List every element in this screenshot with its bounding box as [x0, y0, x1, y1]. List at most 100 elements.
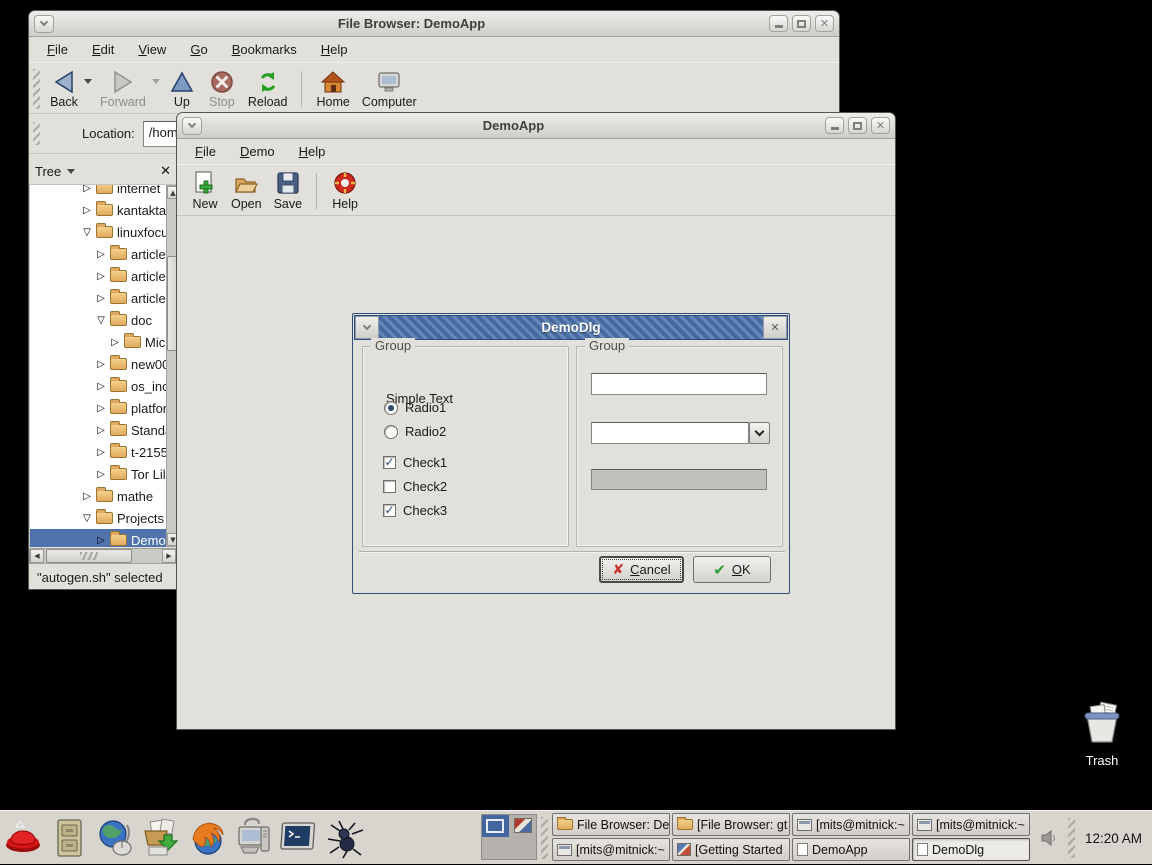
expander-icon[interactable]: [80, 227, 94, 238]
panel-grip[interactable]: [541, 817, 548, 859]
expander-icon[interactable]: [80, 205, 94, 216]
save-button[interactable]: Save: [268, 169, 309, 213]
text-input[interactable]: [591, 373, 767, 395]
cancel-button[interactable]: ✘ Cancel: [599, 556, 684, 583]
scrollbar-thumb[interactable]: [46, 549, 132, 563]
check2-row[interactable]: Check2: [383, 479, 447, 494]
workspace-switcher[interactable]: [481, 814, 537, 860]
clock[interactable]: 12:20 AM: [1085, 831, 1148, 846]
radio-button[interactable]: [384, 425, 398, 439]
task-demo-app[interactable]: DemoApp: [792, 838, 910, 861]
toolbar-grip[interactable]: [33, 69, 40, 109]
tree-item[interactable]: kantakta: [30, 199, 166, 221]
file-manager-launcher[interactable]: [46, 814, 92, 862]
sidepane-dropdown-icon[interactable]: [67, 169, 75, 174]
expander-icon[interactable]: [80, 513, 94, 524]
hardware-browser-launcher[interactable]: [230, 814, 276, 862]
up-button[interactable]: Up: [162, 67, 202, 111]
workspace-1-active[interactable]: [482, 815, 509, 837]
tree-item[interactable]: article: [30, 243, 166, 265]
expander-icon[interactable]: [94, 315, 108, 326]
menu-edit[interactable]: Edit: [92, 42, 114, 57]
tree-item[interactable]: Standa: [30, 419, 166, 441]
tree-item[interactable]: Tor Lil: [30, 463, 166, 485]
speaker-icon[interactable]: [1040, 829, 1058, 847]
minimize-button[interactable]: [825, 117, 844, 134]
bug-tool-launcher[interactable]: [322, 814, 368, 862]
demo-dlg-titlebar[interactable]: DemoDlg ✕: [354, 315, 788, 340]
window-menu-button[interactable]: [34, 15, 54, 33]
checkbox[interactable]: [383, 480, 396, 493]
task-file-browser[interactable]: File Browser: De: [552, 813, 670, 836]
expander-icon[interactable]: [94, 381, 108, 392]
location-bar-grip[interactable]: [33, 122, 40, 145]
tree-item[interactable]: Projects: [30, 507, 166, 529]
workspace-4[interactable]: [510, 838, 537, 860]
tree-item[interactable]: article: [30, 287, 166, 309]
menu-file[interactable]: File: [47, 42, 68, 57]
combo-dropdown-button[interactable]: [749, 422, 770, 444]
main-menu-launcher[interactable]: [0, 814, 46, 862]
radio1-row[interactable]: Radio1: [384, 400, 446, 415]
file-browser-titlebar[interactable]: File Browser: DemoApp ✕: [29, 11, 839, 37]
maximize-button[interactable]: [848, 117, 867, 134]
expander-icon[interactable]: [94, 271, 108, 282]
help-button[interactable]: Help: [325, 169, 365, 213]
tree-item[interactable]: internet: [30, 185, 166, 199]
menu-file[interactable]: File: [195, 144, 216, 159]
stop-button[interactable]: Stop: [202, 67, 242, 111]
tree-item[interactable]: os_inc: [30, 375, 166, 397]
expander-icon[interactable]: [80, 185, 94, 194]
tree-item[interactable]: Mic: [30, 331, 166, 353]
reload-button[interactable]: Reload: [242, 67, 294, 111]
sidepane-close-icon[interactable]: ✕: [160, 164, 171, 179]
open-button[interactable]: Open: [225, 169, 268, 213]
menu-help[interactable]: Help: [299, 144, 326, 159]
tree-item[interactable]: mathe: [30, 485, 166, 507]
tree-item[interactable]: doc: [30, 309, 166, 331]
expander-icon[interactable]: [94, 249, 108, 260]
sidepane-selector[interactable]: Tree: [35, 164, 61, 179]
task-terminal-3[interactable]: [mits@mitnick:~: [552, 838, 670, 861]
menu-view[interactable]: View: [138, 42, 166, 57]
demo-app-titlebar[interactable]: DemoApp ✕: [177, 113, 895, 139]
scroll-left-icon[interactable]: ◀: [30, 549, 44, 563]
window-menu-button[interactable]: [355, 316, 379, 339]
expander-icon[interactable]: [94, 469, 108, 480]
menu-demo[interactable]: Demo: [240, 144, 275, 159]
menu-go[interactable]: Go: [190, 42, 207, 57]
trash-desktop-icon[interactable]: Trash: [1072, 700, 1132, 768]
expander-icon[interactable]: [94, 535, 108, 546]
back-button[interactable]: Back: [44, 67, 84, 111]
forward-history-dropdown[interactable]: [152, 79, 160, 84]
expander-icon[interactable]: [80, 491, 94, 502]
minimize-button[interactable]: [769, 15, 788, 32]
mozilla-launcher[interactable]: [184, 814, 230, 862]
menu-bookmarks[interactable]: Bookmarks: [232, 42, 297, 57]
tree-item[interactable]: platfor: [30, 397, 166, 419]
checkbox-checked[interactable]: [383, 456, 396, 469]
radio-button-selected[interactable]: [384, 401, 398, 415]
scroll-right-icon[interactable]: ▶: [162, 549, 176, 563]
new-button[interactable]: New: [185, 169, 225, 213]
expander-icon[interactable]: [94, 425, 108, 436]
tree-horizontal-scrollbar[interactable]: ◀ ▶: [29, 548, 177, 564]
window-menu-button[interactable]: [182, 117, 202, 135]
forward-button[interactable]: Forward: [94, 67, 152, 111]
check1-row[interactable]: Check1: [383, 455, 447, 470]
computer-button[interactable]: Computer: [356, 67, 423, 111]
task-getting-started[interactable]: [Getting Started: [672, 838, 790, 861]
terminal-launcher[interactable]: [276, 814, 322, 862]
task-terminal-1[interactable]: [mits@mitnick:~: [792, 813, 910, 836]
maximize-button[interactable]: [792, 15, 811, 32]
panel-grip[interactable]: [1068, 818, 1075, 858]
web-browser-launcher[interactable]: [92, 814, 138, 862]
menu-help[interactable]: Help: [321, 42, 348, 57]
task-file-browser-min[interactable]: [File Browser: gt: [672, 813, 790, 836]
checkbox-checked[interactable]: [383, 504, 396, 517]
close-button[interactable]: ✕: [871, 117, 890, 134]
home-button[interactable]: Home: [310, 67, 355, 111]
expander-icon[interactable]: [108, 337, 122, 348]
expander-icon[interactable]: [94, 293, 108, 304]
tree-item[interactable]: new00: [30, 353, 166, 375]
